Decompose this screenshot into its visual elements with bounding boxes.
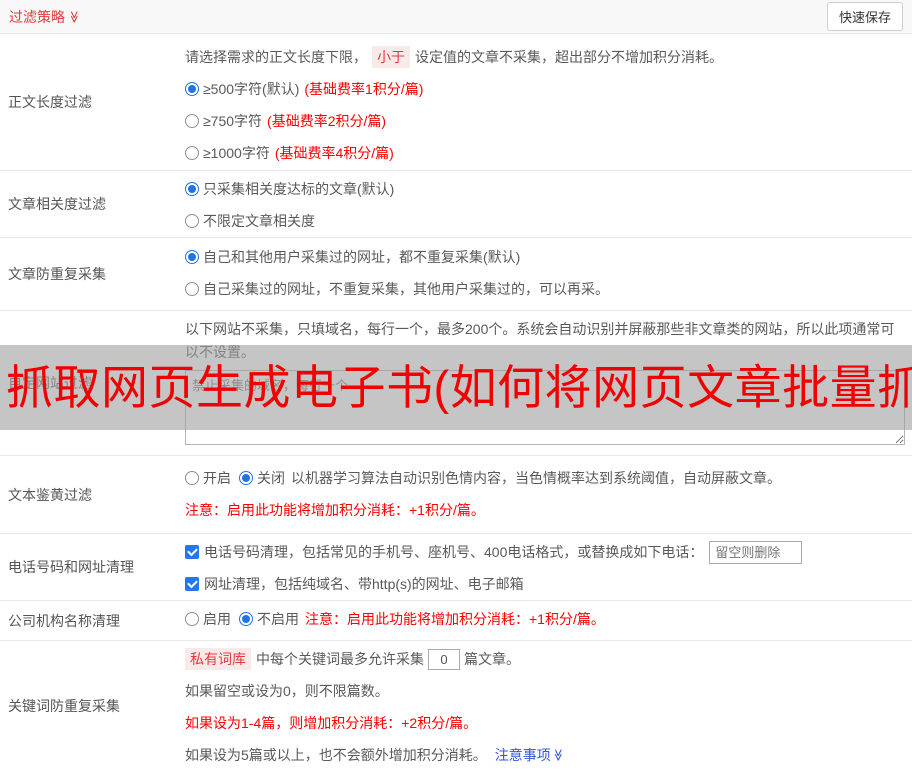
row-label-phone-url-clean: 电话号码和网址清理	[8, 559, 134, 575]
intro-highlight-tag: 小于	[372, 46, 410, 68]
porn-filter-description: 以机器学习算法自动识别色情内容，当色情概率达到系统阈值，自动屏蔽文章。	[291, 470, 781, 486]
radio-icon[interactable]	[185, 114, 199, 128]
radio-icon[interactable]	[185, 214, 199, 228]
checkbox-phone-clean[interactable]: 电话号码清理，包括常见的手机号、座机号、400电话格式，或替换成如下电话：	[185, 542, 703, 562]
radio-icon[interactable]	[185, 612, 199, 626]
radio-icon[interactable]	[185, 182, 199, 196]
keyword-dedup-line1-mid: 中每个关键词最多允许采集	[256, 651, 424, 667]
keyword-dedup-line3: 如果设为1-4篇，则增加积分消耗：+2积分/篇。	[185, 715, 478, 731]
radio-label: 不启用	[257, 611, 299, 627]
checkbox-url-clean[interactable]: 网址清理，包括纯域名、带http(s)的网址、电子邮箱	[185, 574, 524, 594]
keyword-dedup-line2: 如果留空或设为0，则不限篇数。	[185, 683, 389, 699]
radio-relevance-strict[interactable]: 只采集相关度达标的文章(默认)	[185, 179, 394, 199]
radio-label: 开启	[203, 470, 231, 486]
row-length-filter: 正文长度过滤 请选择需求的正文长度下限， 小于 设定值的文章不采集，超出部分不增…	[0, 34, 912, 171]
radio-icon[interactable]	[185, 282, 199, 296]
row-company-clean: 公司机构名称清理 启用 不启用 注意：启用此功能将增加积分消耗：+1积分/篇。	[0, 601, 912, 641]
radio-cost-note: (基础费率1积分/篇)	[304, 81, 424, 97]
checkbox-icon[interactable]	[185, 577, 199, 591]
row-dedup-filter: 文章防重复采集 自己和其他用户采集过的网址，都不重复采集(默认) 自己采集过的网…	[0, 238, 912, 311]
keyword-dedup-line1-post: 篇文章。	[464, 651, 520, 667]
radio-label: 不限定文章相关度	[203, 213, 315, 229]
max-articles-input[interactable]	[428, 648, 460, 670]
checkbox-label: 电话号码清理，包括常见的手机号、座机号、400电话格式，或替换成如下电话：	[204, 544, 704, 560]
radio-label: 自己和其他用户采集过的网址，都不重复采集(默认)	[203, 249, 521, 265]
intro-post: 设定值的文章不采集，超出部分不增加积分消耗。	[415, 49, 723, 65]
row-label-keyword-dedup: 关键词防重复采集	[8, 698, 120, 714]
radio-icon[interactable]	[185, 471, 199, 485]
row-label-company-clean: 公司机构名称清理	[8, 612, 120, 629]
chevron-down-icon: ≫	[67, 10, 82, 23]
radio-company-on[interactable]: 启用	[185, 609, 231, 629]
radio-cost-note: (基础费率2积分/篇)	[267, 113, 387, 129]
radio-porn-off[interactable]: 关闭	[239, 468, 285, 488]
page-title[interactable]: 过滤策略 ≫	[9, 7, 81, 27]
replacement-phone-input[interactable]	[709, 540, 803, 564]
row-keyword-dedup: 关键词防重复采集 私有词库 中每个关键词最多允许采集 篇文章。 如果留空或设为0…	[0, 641, 912, 771]
radio-label: 启用	[203, 611, 231, 627]
radio-length-750[interactable]: ≥750字符 (基础费率2积分/篇)	[185, 111, 386, 131]
blocked-domains-textarea[interactable]	[185, 370, 905, 445]
private-thesaurus-tag: 私有词库	[185, 648, 251, 670]
radio-relevance-any[interactable]: 不限定文章相关度	[185, 211, 315, 231]
row-label-relevance-filter: 文章相关度过滤	[8, 196, 106, 212]
checkbox-icon[interactable]	[185, 545, 199, 559]
row-label-porn-filter: 文本鉴黄过滤	[8, 486, 92, 503]
length-filter-intro: 请选择需求的正文长度下限， 小于 设定值的文章不采集，超出部分不增加积分消耗。	[185, 41, 904, 73]
site-filter-description: 以下网站不采集，只填域名，每行一个，最多200个。系统会自动识别并屏蔽那些非文章…	[185, 321, 895, 360]
radio-icon[interactable]	[185, 82, 199, 96]
radio-label: 只采集相关度达标的文章(默认)	[203, 181, 395, 197]
row-porn-filter: 文本鉴黄过滤 开启 关闭 以机器学习算法自动识别色情内容，当色情概率达到系统阈值…	[0, 456, 912, 534]
radio-icon[interactable]	[239, 612, 253, 626]
header-bar: 过滤策略 ≫ 快速保存	[0, 0, 912, 34]
checkbox-label: 网址清理，包括纯域名、带http(s)的网址、电子邮箱	[204, 576, 524, 592]
row-label-length-filter: 正文长度过滤	[8, 94, 92, 110]
radio-dedup-self-only[interactable]: 自己采集过的网址，不重复采集，其他用户采集过的，可以再采。	[185, 279, 609, 299]
radio-length-1000[interactable]: ≥1000字符 (基础费率4积分/篇)	[185, 143, 394, 163]
row-label-site-filter: 自定网站过滤	[8, 375, 92, 391]
chevron-down-icon: ≫	[551, 748, 566, 762]
radio-cost-note: (基础费率4积分/篇)	[274, 145, 394, 161]
page-title-label: 过滤策略	[9, 8, 65, 25]
notes-link[interactable]: 注意事项 ≫	[495, 745, 565, 765]
radio-length-500[interactable]: ≥500字符(默认) (基础费率1积分/篇)	[185, 79, 423, 99]
row-site-filter: 自定网站过滤 以下网站不采集，只填域名，每行一个，最多200个。系统会自动识别并…	[0, 311, 912, 456]
radio-icon[interactable]	[185, 250, 199, 264]
radio-label: ≥750字符	[203, 113, 263, 129]
row-label-dedup-filter: 文章防重复采集	[8, 266, 106, 282]
radio-icon[interactable]	[185, 146, 199, 160]
quick-save-button[interactable]: 快速保存	[826, 2, 903, 31]
notes-link-label: 注意事项	[494, 747, 551, 763]
keyword-dedup-line4: 如果设为5篇或以上，也不会额外增加积分消耗。	[185, 747, 487, 763]
radio-label: 自己采集过的网址，不重复采集，其他用户采集过的，可以再采。	[203, 281, 609, 297]
radio-company-off[interactable]: 不启用	[239, 609, 299, 629]
radio-label: ≥1000字符	[203, 145, 270, 161]
intro-pre: 请选择需求的正文长度下限，	[185, 49, 367, 65]
radio-label: ≥500字符(默认)	[203, 81, 300, 97]
radio-icon[interactable]	[239, 471, 253, 485]
radio-label: 关闭	[257, 470, 285, 486]
company-clean-note: 注意：启用此功能将增加积分消耗：+1积分/篇。	[305, 611, 605, 627]
porn-filter-note: 注意：启用此功能将增加积分消耗：+1积分/篇。	[185, 502, 485, 518]
row-phone-url-clean: 电话号码和网址清理 电话号码清理，包括常见的手机号、座机号、400电话格式，或替…	[0, 534, 912, 601]
radio-porn-on[interactable]: 开启	[185, 468, 231, 488]
radio-dedup-all-users[interactable]: 自己和其他用户采集过的网址，都不重复采集(默认)	[185, 247, 520, 267]
row-relevance-filter: 文章相关度过滤 只采集相关度达标的文章(默认) 不限定文章相关度	[0, 171, 912, 238]
